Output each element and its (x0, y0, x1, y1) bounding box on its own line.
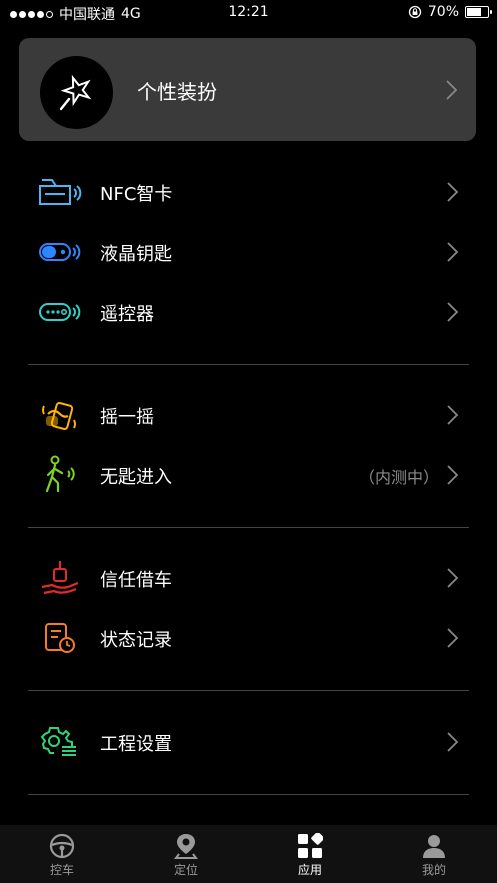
trust-lend-car-icon (38, 561, 82, 595)
menu-item-label: 信任借车 (100, 570, 172, 591)
chevron-right-icon (447, 405, 459, 425)
menu-item-label: 无匙进入 (100, 467, 172, 488)
tab-location[interactable]: 定位 (124, 825, 248, 883)
menu-item-label: 摇一摇 (100, 407, 154, 428)
chevron-right-icon (447, 628, 459, 648)
tab-label: 我的 (421, 863, 446, 877)
engineering-settings-icon (38, 726, 82, 758)
chevron-right-icon (447, 242, 459, 262)
shake-hand-icon (38, 399, 82, 431)
chevron-right-icon (447, 302, 459, 322)
magic-wand-icon (40, 56, 113, 129)
tab-apps[interactable]: 应用 (248, 825, 372, 883)
steering-wheel-icon (48, 833, 76, 859)
tab-label: 控车 (49, 863, 74, 877)
battery-icon (465, 6, 492, 18)
location-pin-icon (172, 833, 200, 859)
tab-profile[interactable]: 我的 (372, 825, 496, 883)
section-divider (28, 527, 469, 528)
tab-control-car[interactable]: 控车 (0, 825, 124, 883)
personalize-card[interactable]: 个性装扮 (19, 38, 476, 141)
keyless-walk-icon (38, 455, 82, 493)
apps-grid-icon (296, 833, 324, 859)
lcd-key-icon (38, 236, 82, 268)
beta-note: （内测中） (358, 468, 439, 487)
menu-item-keyless-entry[interactable]: 无匙进入 （内测中） (0, 446, 497, 504)
status-record-icon (38, 622, 82, 654)
menu-item-status-record[interactable]: 状态记录 (0, 609, 497, 667)
user-profile-icon (420, 833, 448, 859)
remote-control-icon (38, 296, 82, 328)
section-divider (28, 794, 469, 795)
menu-item-engineering-settings[interactable]: 工程设置 (0, 713, 497, 771)
menu-item-lcd-key[interactable]: 液晶钥匙 (0, 223, 497, 281)
section-divider (28, 690, 469, 691)
menu-item-label: 遥控器 (100, 304, 154, 325)
menu-item-trust-lend-car[interactable]: 信任借车 (0, 549, 497, 607)
menu-item-shake[interactable]: 摇一摇 (0, 386, 497, 444)
rotation-lock-icon (408, 5, 422, 19)
bottom-tab-bar: 控车 定位 应用 我的 (0, 825, 497, 883)
chevron-right-icon (447, 732, 459, 752)
tab-label: 应用 (297, 863, 322, 877)
chevron-right-icon (447, 182, 459, 202)
menu-item-remote-control[interactable]: 遥控器 (0, 283, 497, 341)
chevron-right-icon (447, 568, 459, 588)
status-bar: 中国联通 4G 12:21 70% (0, 0, 497, 26)
chevron-right-icon (446, 80, 458, 100)
personalize-label: 个性装扮 (137, 80, 217, 104)
section-divider (28, 364, 469, 365)
tab-label: 定位 (173, 863, 198, 877)
menu-item-nfc-card[interactable]: NFC智卡 (0, 163, 497, 221)
menu-item-label: NFC智卡 (100, 184, 173, 205)
battery-percent: 70% (427, 4, 459, 20)
menu-item-label: 状态记录 (100, 630, 172, 651)
nfc-card-icon (38, 176, 82, 208)
chevron-right-icon (447, 465, 459, 485)
menu-item-label: 工程设置 (100, 734, 172, 755)
menu-item-label: 液晶钥匙 (100, 244, 172, 265)
